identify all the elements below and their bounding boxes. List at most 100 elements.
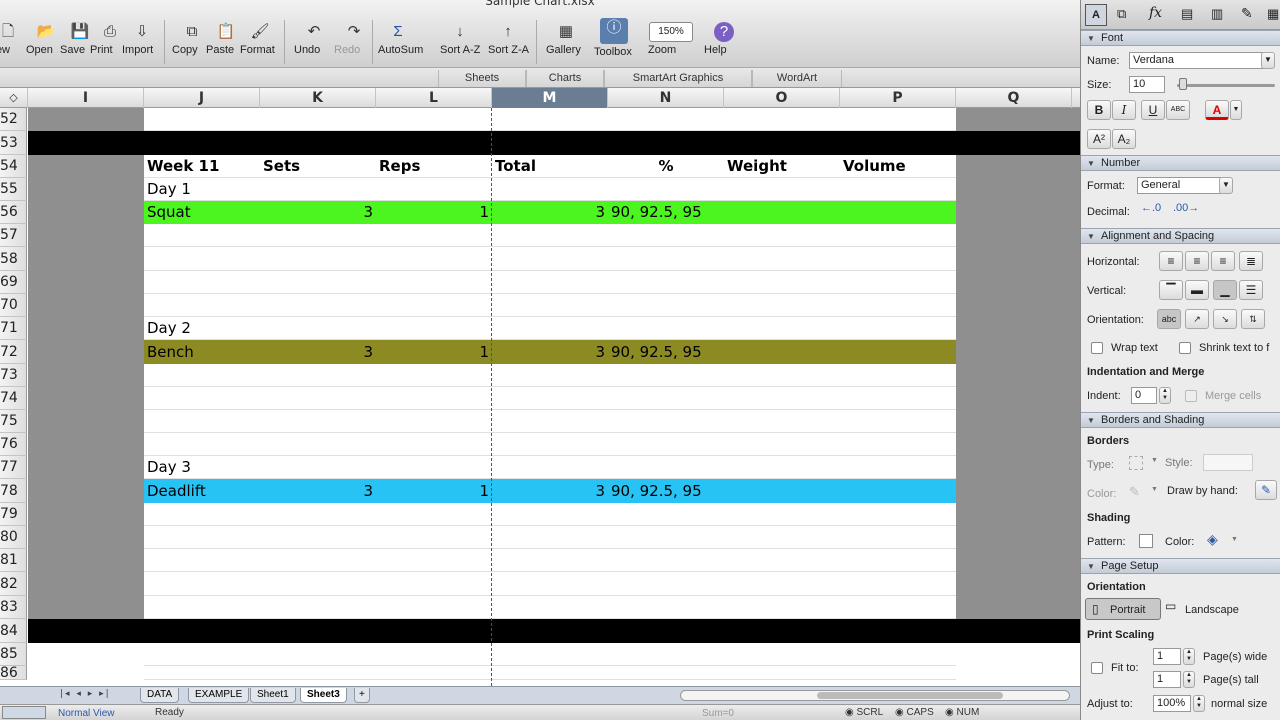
increase-decimal-icon[interactable]: ←.0 [1141, 202, 1161, 214]
ribbon-tab-charts[interactable]: Charts [526, 70, 604, 87]
ribbon-tab-sheets[interactable]: Sheets [438, 70, 526, 87]
font-size-input[interactable]: 10 [1129, 76, 1165, 93]
row-header[interactable]: 75 [0, 410, 27, 433]
column-header-p[interactable]: P [840, 88, 956, 108]
toolbox-button[interactable]: ⓘ Toolbox [594, 18, 634, 66]
row-header[interactable]: 57 [0, 224, 27, 247]
orientation-horizontal-icon[interactable]: abc [1157, 309, 1181, 329]
row-header[interactable]: 84 [0, 619, 27, 643]
row-header[interactable]: 73 [0, 364, 27, 387]
landscape-page-icon[interactable]: ▭ [1165, 599, 1176, 613]
italic-button[interactable]: I [1112, 100, 1136, 120]
indent-input[interactable]: 0 [1131, 387, 1157, 404]
table-row[interactable] [28, 643, 1080, 666]
more-tools-icon[interactable]: ▦ [1267, 6, 1279, 22]
sheet-tab-example[interactable]: EXAMPLE [188, 688, 250, 703]
column-header-q[interactable]: Q [956, 88, 1072, 108]
align-distributed-icon[interactable]: ☰ [1239, 280, 1263, 300]
horizontal-scrollbar[interactable] [680, 690, 1070, 701]
table-row[interactable] [28, 666, 1080, 680]
stepper-icon[interactable]: ▲ ▼ [1183, 648, 1195, 665]
align-right-icon[interactable]: ≡ [1211, 251, 1235, 271]
row-header[interactable]: 70 [0, 294, 27, 317]
indent-stepper-icon[interactable]: ▲ ▼ [1159, 387, 1171, 404]
zoom-button[interactable]: 150% Zoom [648, 18, 694, 66]
formula-builder-icon[interactable]: fx [1149, 5, 1162, 21]
table-row[interactable]: Squat 3 1 3 90, 92.5, 95 [28, 201, 1080, 224]
table-row[interactable]: Day 3 [28, 456, 1080, 479]
row-header[interactable]: 53 [0, 131, 27, 155]
table-row[interactable]: Bench 3 1 3 90, 92.5, 95 [28, 340, 1080, 364]
row-header[interactable]: 58 [0, 247, 27, 271]
align-center-icon[interactable]: ≡ [1185, 251, 1209, 271]
stepper-icon[interactable]: ▲ ▼ [1193, 695, 1205, 712]
row-header[interactable]: 52 [0, 108, 27, 131]
row-header[interactable]: 86 [0, 666, 27, 680]
align-left-icon[interactable]: ≡ [1159, 251, 1183, 271]
adjust-to-input[interactable]: 100% [1153, 695, 1191, 712]
table-row[interactable] [28, 247, 1080, 271]
font-name-input[interactable]: Verdana [1129, 52, 1263, 69]
fill-bucket-icon[interactable]: ◈ [1207, 531, 1218, 548]
subscript-button[interactable]: A₂ [1112, 129, 1136, 149]
column-header-n[interactable]: N [608, 88, 724, 108]
row-header[interactable]: 71 [0, 317, 27, 340]
gallery-button[interactable]: ▦ Gallery [546, 18, 586, 66]
number-format-select[interactable]: General [1137, 177, 1221, 194]
table-row[interactable] [28, 294, 1080, 317]
pencil-icon[interactable]: ✎ [1129, 484, 1140, 500]
autosum-button[interactable]: Σ AutoSum [378, 18, 423, 66]
page-setup-section-header[interactable]: Page Setup [1081, 558, 1280, 574]
ribbon-tab-wordart[interactable]: WordArt [752, 70, 842, 87]
alignment-section-header[interactable]: Alignment and Spacing [1081, 228, 1280, 244]
orientation-vertical-icon[interactable]: ⇅ [1241, 309, 1265, 329]
landscape-label[interactable]: Landscape [1185, 604, 1239, 616]
row-header[interactable]: 54 [0, 155, 27, 178]
row-header[interactable]: 85 [0, 643, 27, 666]
row-header[interactable]: 77 [0, 456, 27, 479]
border-type-icon[interactable] [1129, 456, 1143, 470]
redo-button[interactable]: ↷ Redo [334, 18, 374, 66]
table-row[interactable] [28, 549, 1080, 572]
orientation-rotate-down-icon[interactable]: ↘ [1213, 309, 1237, 329]
add-sheet-icon[interactable]: + [354, 688, 370, 703]
sort-a-z-button[interactable]: ↓ Sort A-Z [440, 18, 480, 66]
scrollbar-thumb[interactable] [817, 692, 1003, 699]
align-top-icon[interactable]: ▔ [1159, 280, 1183, 300]
sheet-tab-data[interactable]: DATA [140, 688, 180, 703]
row-header[interactable]: 69 [0, 271, 27, 294]
column-header-k[interactable]: K [260, 88, 376, 108]
wrench-icon[interactable]: ✎ [1241, 5, 1253, 22]
column-header-l[interactable]: L [376, 88, 492, 108]
font-size-slider[interactable] [1177, 84, 1275, 87]
row-header[interactable]: 55 [0, 178, 27, 201]
table-row[interactable] [28, 410, 1080, 433]
column-header-m[interactable]: M [492, 88, 608, 108]
slider-thumb[interactable] [1179, 78, 1187, 90]
number-section-header[interactable]: Number [1081, 155, 1280, 171]
sheet-tab-sheet1[interactable]: Sheet1 [250, 688, 296, 703]
row-header[interactable]: 56 [0, 201, 27, 224]
underline-button[interactable]: U [1141, 100, 1165, 120]
merge-cells-checkbox[interactable] [1185, 390, 1197, 402]
worksheet-grid[interactable]: 52 53 54 Week 11 Sets Reps Total Weight Volume% 5… [0, 108, 1080, 686]
sheet-tab-sheet3[interactable]: Sheet3 [300, 688, 347, 703]
font-section-header[interactable]: Font [1081, 30, 1280, 46]
borders-section-header[interactable]: Borders and Shading [1081, 412, 1280, 428]
shrink-text-checkbox[interactable] [1179, 342, 1191, 354]
align-bottom-icon[interactable]: ▁ [1213, 280, 1237, 300]
select-all-corner[interactable]: ◇ [0, 88, 28, 108]
help-button[interactable]: ? Help [704, 18, 744, 66]
view-buttons[interactable] [2, 706, 46, 719]
superscript-button[interactable]: A² [1087, 129, 1111, 149]
table-row[interactable] [28, 271, 1080, 294]
scrapbook-icon[interactable]: ▤ [1181, 6, 1193, 22]
table-row[interactable]: Deadlift 3 1 3 90, 92.5, 95 [28, 479, 1080, 503]
table-row[interactable] [28, 572, 1080, 596]
column-header-j[interactable]: J [144, 88, 260, 108]
pattern-swatch[interactable] [1139, 534, 1153, 548]
align-middle-icon[interactable]: ▬ [1185, 280, 1209, 300]
pages-tall-input[interactable]: 1 [1153, 671, 1181, 688]
row-header[interactable]: 82 [0, 572, 27, 596]
stepper-icon[interactable]: ▲ ▼ [1183, 671, 1195, 688]
